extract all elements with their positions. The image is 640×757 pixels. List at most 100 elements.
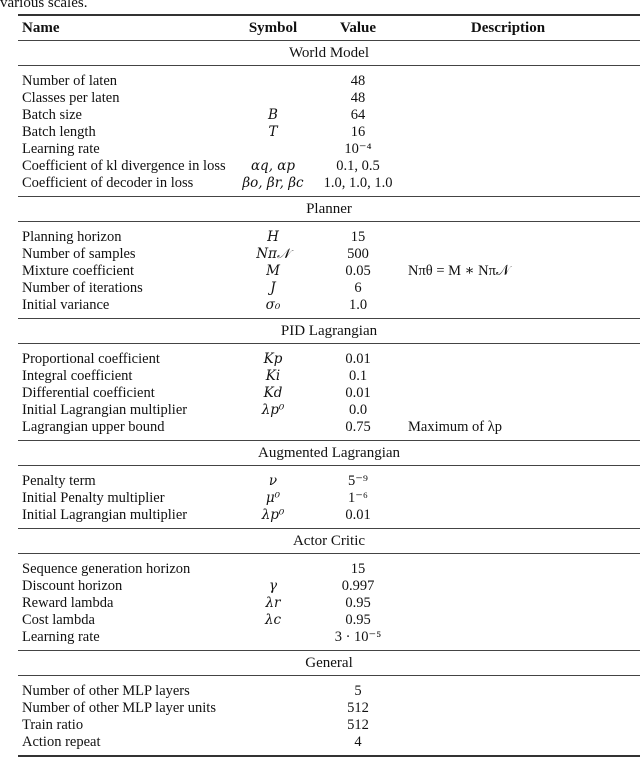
param-name: Batch size <box>22 107 82 123</box>
param-value: 0.95 <box>345 612 371 628</box>
table-row: Initial Lagrangian multiplier λp⁰ 0.0 <box>18 402 640 419</box>
section-header: PID Lagrangian <box>280 323 378 339</box>
table-row: Number of iterations J 6 <box>18 280 640 297</box>
header-name: Name <box>22 20 60 36</box>
param-value: 15 <box>350 229 366 245</box>
param-value: 16 <box>350 124 366 140</box>
param-value: 0.997 <box>341 578 375 594</box>
param-name: Cost lambda <box>22 612 95 628</box>
param-value: 0.95 <box>345 595 371 611</box>
param-name: Number of laten <box>22 73 118 89</box>
table-row: Mixture coefficient M 0.05 Nπθ = M ∗ Nπ𝒩 <box>18 263 640 280</box>
section-header: Planner <box>306 201 352 217</box>
table-row: Reward lambda λr 0.95 <box>18 595 640 612</box>
table-row: Sequence generation horizon 15 <box>18 561 640 578</box>
table-row: Cost lambda λc 0.95 <box>18 612 640 629</box>
param-value: 4 <box>354 734 362 750</box>
table-row: Batch length T 16 <box>18 124 640 141</box>
param-name: Sequence generation horizon <box>22 561 191 577</box>
param-value: 48 <box>350 73 366 89</box>
section-header: General <box>305 655 353 671</box>
caption-fragment: various scales. <box>0 0 88 11</box>
param-name: Initial variance <box>22 297 110 313</box>
param-name: Initial Lagrangian multiplier <box>22 402 188 418</box>
param-name: Initial Lagrangian multiplier <box>22 507 188 523</box>
table-row: Discount horizon γ 0.997 <box>18 578 640 595</box>
param-name: Learning rate <box>22 629 100 645</box>
table-row: Batch size B 64 <box>18 107 640 124</box>
section-header: Augmented Lagrangian <box>257 445 401 461</box>
table-row: Number of other MLP layers 5 <box>18 683 640 700</box>
param-value: 1.0, 1.0, 1.0 <box>323 175 393 191</box>
table-row: Action repeat 4 <box>18 734 640 751</box>
param-value: 1⁻⁶ <box>348 490 368 506</box>
param-name: Number of other MLP layers <box>22 683 190 699</box>
param-name: Lagrangian upper bound <box>22 419 165 435</box>
header-description: Description <box>470 20 546 36</box>
param-value: 512 <box>347 700 369 716</box>
param-value: 5 <box>354 683 362 699</box>
table-row: Number of other MLP layer units 512 <box>18 700 640 717</box>
param-value: 0.0 <box>348 402 368 418</box>
hyperparameter-table: Name Symbol Value Description World Mode… <box>18 14 640 757</box>
param-value: 10⁻⁴ <box>344 141 372 157</box>
param-name: Train ratio <box>22 717 84 733</box>
table-row: Integral coefficient Ki 0.1 <box>18 368 640 385</box>
table-row: Penalty term ν 5⁻⁹ <box>18 473 640 490</box>
table-row: Coefficient of kl divergence in loss αq, … <box>18 158 640 175</box>
table-row: Initial variance σ₀ 1.0 <box>18 297 640 314</box>
param-name: Action repeat <box>22 734 101 750</box>
param-value: 0.01 <box>345 507 371 523</box>
table-body: World Model Number of laten 48 Classes per … <box>18 41 640 757</box>
param-value: 0.1, 0.5 <box>336 158 380 174</box>
param-value: 6 <box>354 280 362 296</box>
param-name: Number of iterations <box>22 280 143 296</box>
param-value: 0.1 <box>348 368 368 384</box>
param-name: Batch length <box>22 124 96 140</box>
param-name: Proportional coefficient <box>22 351 160 367</box>
table-row: Classes per laten 48 <box>18 90 640 107</box>
table-row: Learning rate 10⁻⁴ <box>18 141 640 158</box>
header-value: Value <box>339 20 377 36</box>
param-name: Integral coefficient <box>22 368 133 384</box>
param-value: 0.01 <box>345 351 371 367</box>
param-name: Reward lambda <box>22 595 114 611</box>
table-header: Name Symbol Value Description <box>18 16 640 40</box>
param-description: Maximum of λp <box>408 419 503 435</box>
param-name: Number of samples <box>22 246 136 262</box>
param-description: Nπθ = M ∗ Nπ𝒩 <box>408 263 510 279</box>
param-name: Learning rate <box>22 141 100 157</box>
table-row: Train ratio 512 <box>18 717 640 734</box>
param-name: Coefficient of decoder in loss <box>22 175 194 191</box>
param-name: Planning horizon <box>22 229 122 245</box>
param-value: 0.05 <box>345 263 371 279</box>
param-value: 15 <box>350 561 366 577</box>
param-name: Number of other MLP layer units <box>22 700 216 716</box>
param-value: 512 <box>347 717 369 733</box>
param-name: Differential coefficient <box>22 385 155 401</box>
param-name: Initial Penalty multiplier <box>22 490 165 506</box>
param-name: Coefficient of kl divergence in loss <box>22 158 226 174</box>
table-row: Planning horizon H 15 <box>18 229 640 246</box>
param-value: 0.75 <box>345 419 371 435</box>
table-row: Proportional coefficient Kp 0.01 <box>18 351 640 368</box>
param-value: 5⁻⁹ <box>348 473 368 489</box>
param-value: 1.0 <box>348 297 368 313</box>
table-row: Number of laten 48 <box>18 73 640 90</box>
param-name: Mixture coefficient <box>22 263 135 279</box>
param-name: Penalty term <box>22 473 96 489</box>
param-value: 3 · 10⁻⁵ <box>334 629 382 645</box>
table-row: Number of samples Nπ𝒩 500 <box>18 246 640 263</box>
table-row: Differential coefficient Kd 0.01 <box>18 385 640 402</box>
table-row: Learning rate 3 · 10⁻⁵ <box>18 629 640 646</box>
table-row: Coefficient of decoder in loss βo, βr, βc… <box>18 175 640 192</box>
param-value: 500 <box>347 246 369 262</box>
param-name: Discount horizon <box>22 578 123 594</box>
param-name: Classes per laten <box>22 90 120 106</box>
